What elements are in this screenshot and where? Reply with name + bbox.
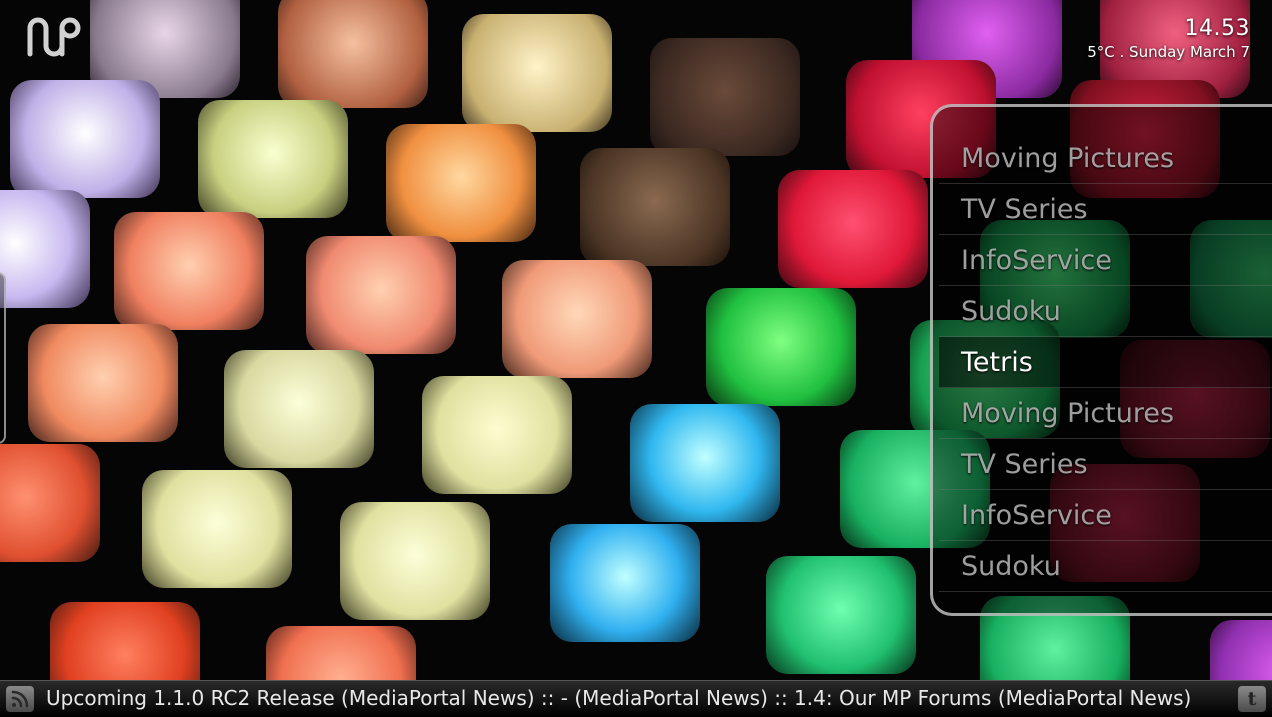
weather-date: 5°C . Sunday March 7 [1087,43,1250,61]
menu-item-label: TV Series [961,193,1088,225]
menu-item-moving-pictures[interactable]: Moving Pictures [939,133,1272,184]
menu-item-sudoku[interactable]: Sudoku [939,286,1272,337]
menu-item-label: InfoService [961,499,1112,531]
menu-item-tv-series-2[interactable]: TV Series [939,439,1272,490]
clock-time: 14.53 [1184,16,1250,41]
main-menu: Moving Pictures TV Series InfoService Su… [930,104,1272,616]
menu-item-infoservice[interactable]: InfoService [939,235,1272,286]
menu-item-label: InfoService [961,244,1112,276]
news-ticker: Upcoming 1.1.0 RC2 Release (MediaPortal … [0,680,1272,717]
menu-item-moving-pictures-2[interactable]: Moving Pictures [939,388,1272,439]
menu-item-label: Moving Pictures [961,142,1175,174]
mediaportal-logo-icon [27,17,81,57]
menu-item-tv-series[interactable]: TV Series [939,184,1272,235]
menu-list: Moving Pictures TV Series InfoService Su… [939,133,1272,592]
clock-panel: 14.53 5°C . Sunday March 7 [1087,16,1250,61]
twitter-icon[interactable]: t [1238,686,1266,712]
menu-item-tetris[interactable]: Tetris [939,337,1272,388]
menu-item-label: Sudoku [961,550,1061,582]
side-menu-handle[interactable] [0,272,6,444]
menu-item-label: Tetris [961,346,1033,378]
ticker-text: Upcoming 1.1.0 RC2 Release (MediaPortal … [46,686,1192,710]
menu-item-sudoku-2[interactable]: Sudoku [939,541,1272,592]
rss-icon[interactable] [6,686,34,712]
menu-item-infoservice-2[interactable]: InfoService [939,490,1272,541]
menu-item-label: TV Series [961,448,1088,480]
menu-item-label: Sudoku [961,295,1061,327]
menu-item-label: Moving Pictures [961,397,1175,429]
